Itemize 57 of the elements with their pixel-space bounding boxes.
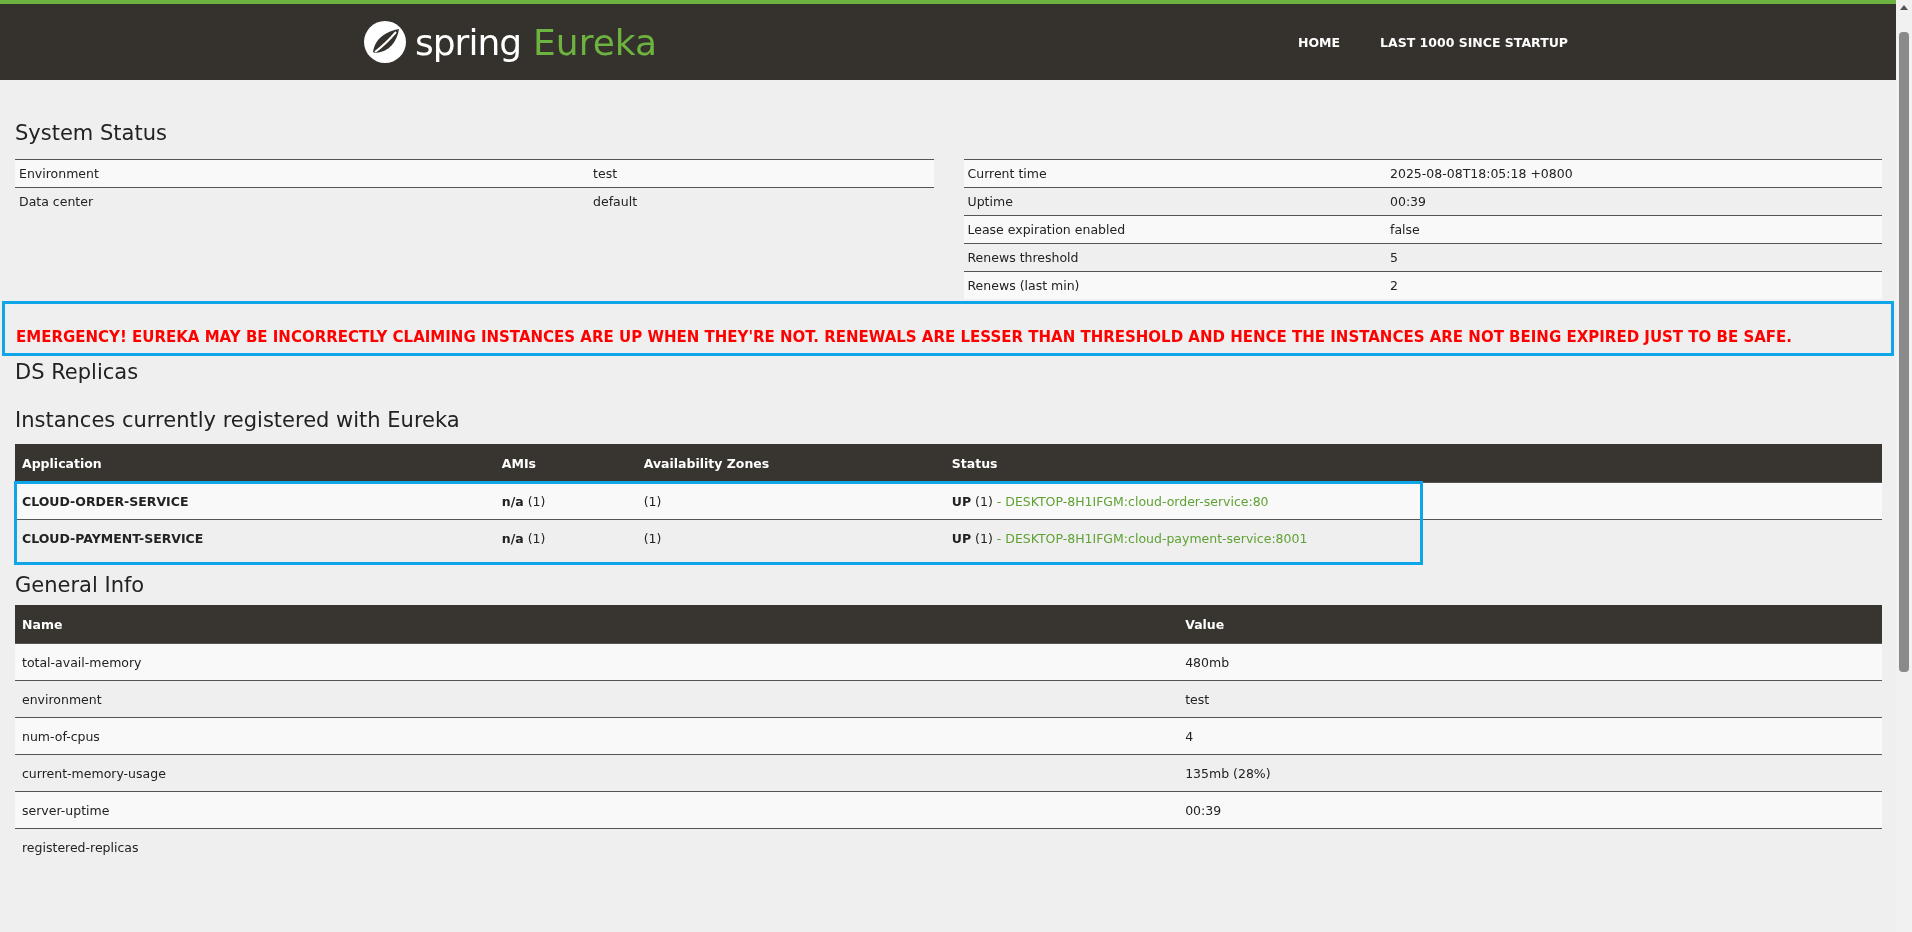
info-name: num-of-cpus [15, 717, 1179, 755]
scroll-up-arrow-icon[interactable] [1900, 4, 1908, 10]
column-header: Status [944, 444, 1882, 483]
status-label: Data center [15, 187, 590, 215]
column-header: AMIs [494, 444, 637, 483]
column-header: Value [1178, 605, 1882, 644]
status-value: 00:39 [1386, 187, 1882, 216]
emergency-warning: EMERGENCY! EUREKA MAY BE INCORRECTLY CLAIMING INSTANCES ARE UP WHEN THEY'RE NOT. RENEWALS ARE LESSER THAN THRESHOLD AND HENCE THE INSTANCES ARE NOT BEING EXPIRED JUST TO BE SAFE. [16, 328, 1794, 347]
section-heading: Instances currently registered with Eureka [15, 408, 461, 432]
status-count: (1) [975, 493, 993, 509]
scrollbar-thumb[interactable] [1899, 32, 1909, 672]
info-name: registered-replicas [15, 828, 1179, 865]
ami-label: n/a [501, 530, 524, 546]
zone-count: (1) [636, 519, 945, 556]
status-value: 2 [1386, 271, 1882, 299]
nav-link[interactable]: LAST 1000 SINCE STARTUP [1380, 34, 1568, 50]
status-separator: - [996, 493, 1002, 509]
info-value: 135mb (28%) [1178, 754, 1882, 792]
column-header: Availability Zones [636, 444, 945, 483]
status-label: Lease expiration enabled [963, 215, 1386, 244]
status-label: UP [951, 530, 972, 546]
logo-brand-text: spring [415, 21, 522, 63]
application-name: CLOUD-ORDER-SERVICE [15, 482, 495, 520]
status-value: false [1386, 215, 1882, 244]
section-heading: System Status [15, 121, 168, 145]
status-value: 5 [1386, 243, 1882, 272]
status-value: test [589, 159, 934, 188]
status-label: Renews (last min) [963, 271, 1386, 299]
status-label: Current time [963, 159, 1386, 188]
info-value: test [1178, 680, 1882, 718]
ami-label: n/a [501, 493, 524, 509]
status-label: UP [951, 493, 972, 509]
info-name: total-avail-memory [15, 643, 1179, 681]
status-separator: - [996, 530, 1002, 546]
status-count: (1) [975, 530, 993, 546]
status-label: Renews threshold [963, 243, 1386, 272]
status-label: Environment [15, 159, 590, 188]
application-name: CLOUD-PAYMENT-SERVICE [15, 519, 495, 556]
ami-count: (1) [527, 530, 546, 546]
nav-link[interactable]: HOME [1297, 34, 1340, 50]
ami-count: (1) [527, 493, 546, 509]
info-name: server-uptime [15, 791, 1179, 829]
section-heading: DS Replicas [15, 360, 140, 384]
info-name: current-memory-usage [15, 754, 1179, 792]
leaf-logo-icon [363, 20, 407, 64]
status-label: Uptime [963, 187, 1386, 216]
section-heading: General Info [15, 573, 146, 597]
info-name: environment [15, 680, 1179, 718]
column-header: Application [15, 444, 495, 483]
zone-count: (1) [636, 482, 945, 520]
logo-product-text: Eureka [533, 21, 658, 63]
info-value: 480mb [1178, 643, 1882, 681]
column-header: Name [15, 605, 1179, 644]
info-value: 00:39 [1178, 791, 1882, 829]
status-value: default [589, 187, 934, 215]
status-value: 2025-08-08T18:05:18 +0800 [1386, 159, 1882, 188]
info-value: 4 [1178, 717, 1882, 755]
